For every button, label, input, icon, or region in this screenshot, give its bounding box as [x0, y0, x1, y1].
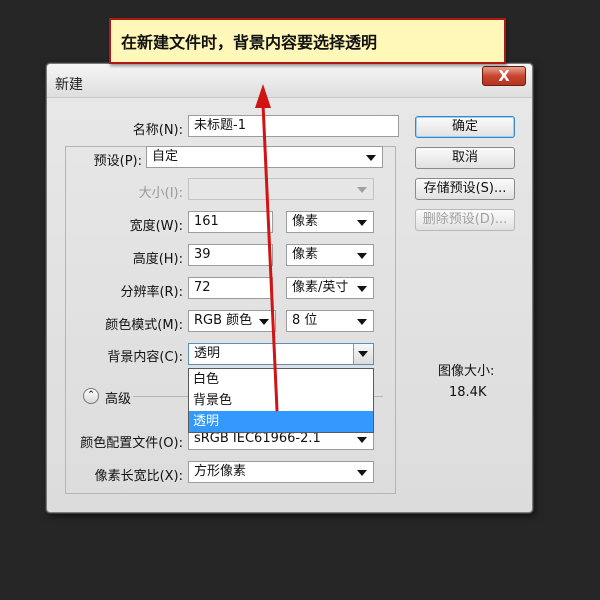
width-input[interactable]: 161	[188, 211, 273, 233]
preset-value: 自定	[152, 149, 179, 164]
chevron-down-icon	[357, 437, 367, 443]
dropdown-toggle[interactable]	[353, 344, 373, 364]
dialog-titlebar[interactable]: 新建 X	[47, 64, 532, 98]
chevron-down-icon	[357, 286, 367, 292]
bit-depth-select[interactable]: 8 位	[286, 310, 374, 332]
background-options-list: 白色 背景色 透明	[188, 368, 374, 433]
chevron-down-icon	[358, 351, 368, 357]
chevron-down-icon	[357, 220, 367, 226]
background-label: 背景内容(C):	[107, 350, 183, 365]
width-label: 宽度(W):	[129, 219, 183, 234]
chevron-down-icon	[357, 253, 367, 259]
color-profile-value: sRGB IEC61966-2.1	[194, 431, 321, 446]
chevron-down-icon	[259, 319, 269, 325]
width-unit-select[interactable]: 像素	[286, 211, 374, 233]
preset-label: 预设(P):	[93, 154, 142, 169]
ok-button[interactable]: 确定	[415, 116, 515, 138]
height-label: 高度(H):	[132, 252, 183, 267]
option-background-color[interactable]: 背景色	[189, 390, 373, 411]
annotation-note: 在新建文件时，背景内容要选择透明	[109, 18, 506, 64]
pixel-aspect-label: 像素长宽比(X):	[94, 469, 183, 484]
resolution-unit-value: 像素/英寸	[292, 280, 349, 295]
chevron-down-icon	[357, 470, 367, 476]
pixel-aspect-select[interactable]: 方形像素	[188, 461, 374, 483]
annotation-text: 在新建文件时，背景内容要选择透明	[121, 33, 378, 52]
height-input[interactable]: 39	[188, 244, 273, 266]
chevron-down-icon	[357, 187, 367, 193]
chevron-down-icon	[357, 319, 367, 325]
new-document-dialog: 新建 X 名称(N): 未标题-1 预设(P): 自定 大小(I): 宽度(W)…	[46, 63, 533, 513]
background-select[interactable]: 透明	[188, 343, 374, 365]
delete-preset-button: 删除预设(D)...	[415, 209, 515, 231]
advanced-toggle-button[interactable]: ⌃	[83, 388, 99, 404]
name-label: 名称(N):	[132, 123, 183, 138]
height-unit-value: 像素	[292, 247, 319, 262]
close-button[interactable]: X	[482, 66, 526, 86]
dialog-title: 新建	[55, 77, 83, 93]
color-mode-value: RGB 颜色	[194, 313, 253, 328]
name-input[interactable]: 未标题-1	[188, 115, 399, 137]
bit-depth-value: 8 位	[292, 313, 318, 328]
advanced-label: 高级	[105, 392, 132, 407]
height-unit-select[interactable]: 像素	[286, 244, 374, 266]
cancel-button[interactable]: 取消	[415, 147, 515, 169]
background-value: 透明	[194, 346, 221, 361]
close-icon: X	[498, 67, 510, 85]
size-select	[188, 178, 374, 200]
resolution-input[interactable]: 72	[188, 277, 273, 299]
image-size-value: 18.4K	[449, 385, 487, 400]
color-mode-label: 颜色模式(M):	[105, 318, 183, 333]
chevron-up-icon: ⌃	[87, 390, 95, 400]
pixel-aspect-value: 方形像素	[194, 464, 247, 479]
size-label: 大小(I):	[138, 186, 183, 201]
resolution-label: 分辨率(R):	[120, 285, 183, 300]
save-preset-button[interactable]: 存储预设(S)...	[415, 178, 515, 200]
color-mode-select[interactable]: RGB 颜色	[188, 310, 276, 332]
preset-select[interactable]: 自定	[146, 146, 383, 168]
screen: 在新建文件时，背景内容要选择透明 新建 X 名称(N): 未标题-1 预设(P)…	[0, 0, 600, 600]
option-transparent[interactable]: 透明	[189, 411, 373, 432]
image-size-label: 图像大小:	[438, 364, 495, 379]
option-white[interactable]: 白色	[189, 369, 373, 390]
chevron-down-icon	[366, 155, 376, 161]
width-unit-value: 像素	[292, 214, 319, 229]
resolution-unit-select[interactable]: 像素/英寸	[286, 277, 374, 299]
color-profile-label: 颜色配置文件(O):	[80, 436, 183, 451]
